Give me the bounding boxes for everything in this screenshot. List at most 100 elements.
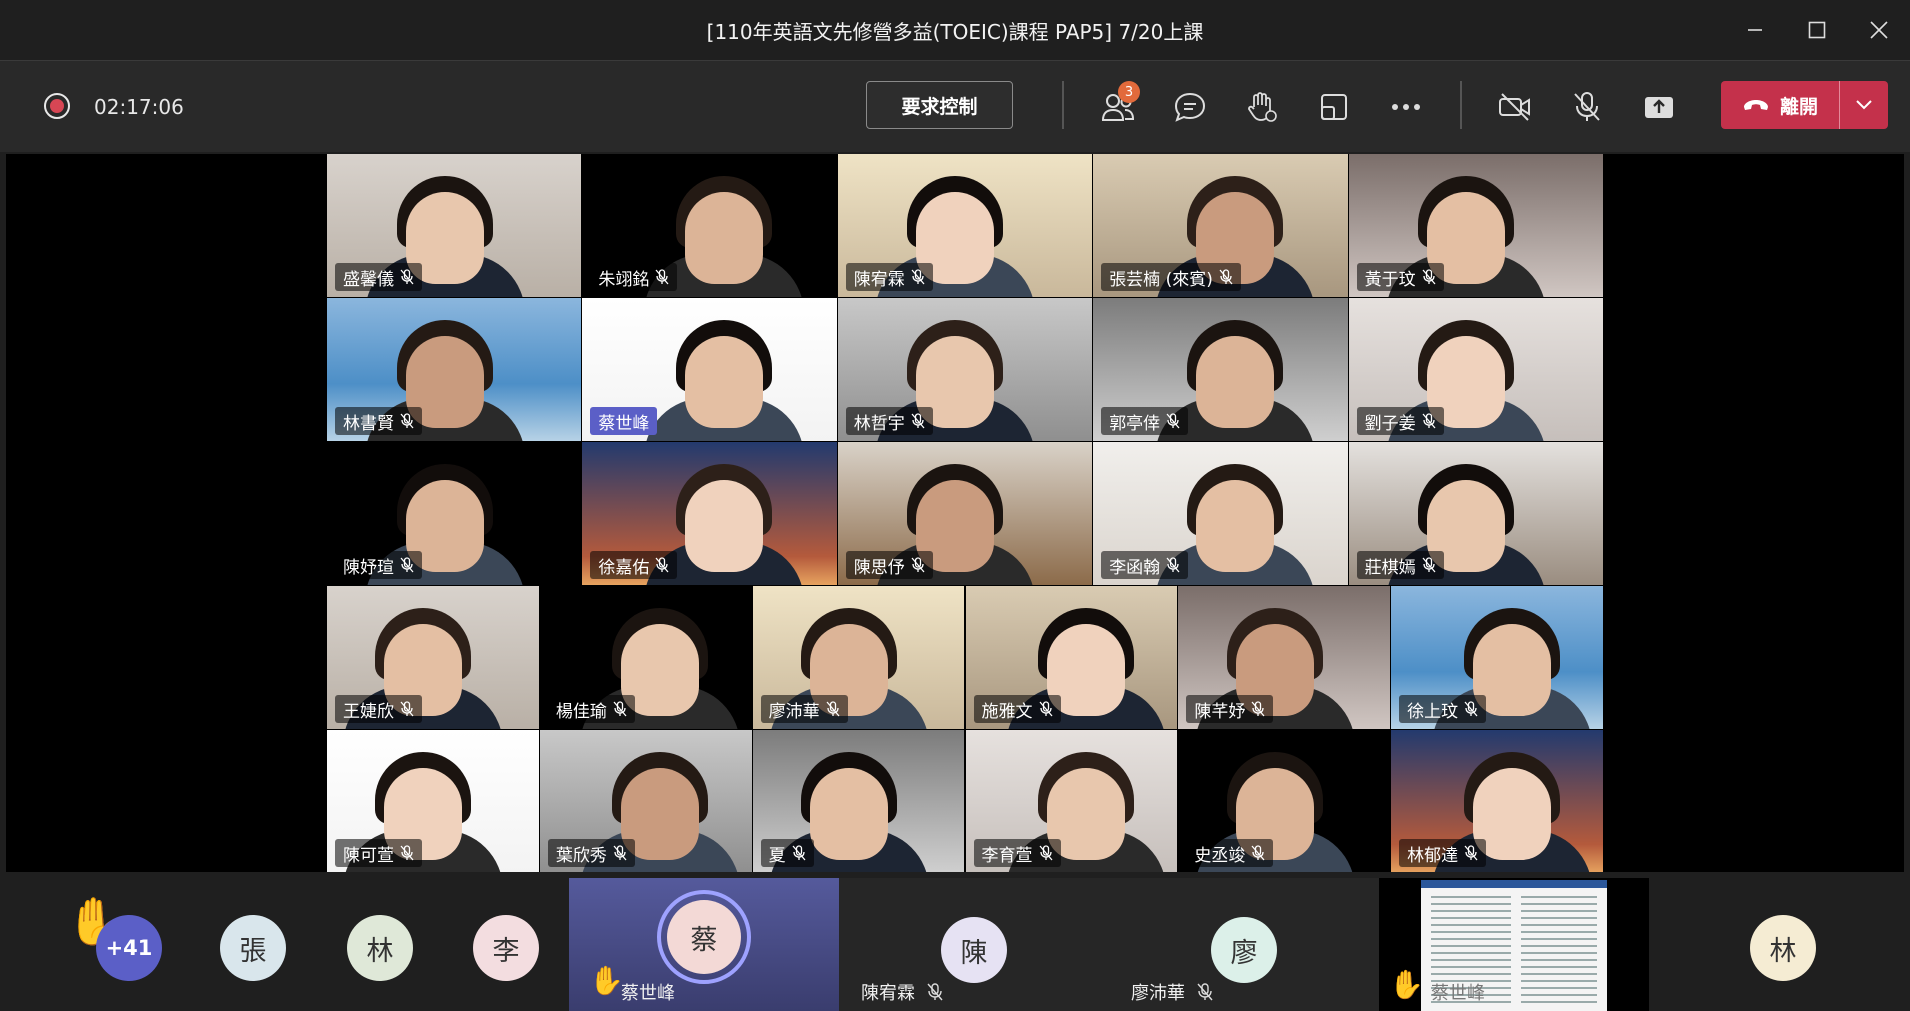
video-tile[interactable]: 徐上玟: [1391, 586, 1603, 729]
video-tile[interactable]: 陳宥霖: [837, 154, 1093, 297]
mic-off-icon: [1422, 557, 1436, 573]
video-tile[interactable]: 黃于玟: [1348, 154, 1603, 297]
video-tile[interactable]: 楊佳瑜: [539, 586, 752, 729]
participant-name-tag: 李函翰: [1101, 551, 1189, 579]
participant-name-tag: 張芸楠 (來賓): [1101, 263, 1241, 291]
participant-avatar: 廖: [1211, 917, 1277, 983]
leave-button[interactable]: 離開: [1721, 81, 1888, 129]
participant-panel[interactable]: 陳 陳宥霖: [839, 878, 1109, 1011]
camera-off-icon[interactable]: [1493, 85, 1537, 129]
video-tile[interactable]: 廖沛華: [752, 586, 965, 729]
participant-name: 李函翰: [1109, 557, 1161, 578]
participant-name-tag: 葉欣秀: [547, 839, 635, 867]
video-tile[interactable]: 陳可萱: [327, 730, 539, 873]
video-tile[interactable]: 蔡世峰: [582, 298, 837, 441]
video-tile[interactable]: 陳妤瑄: [327, 442, 582, 585]
participants-icon[interactable]: 3: [1096, 81, 1140, 129]
mic-off-icon: [655, 269, 669, 285]
participant-face: [685, 336, 764, 428]
avatar-initial: 張: [239, 935, 267, 967]
video-tile[interactable]: 葉欣秀: [539, 730, 752, 873]
video-tile[interactable]: 莊棋嫣: [1348, 442, 1603, 585]
video-tile[interactable]: 李育萱: [965, 730, 1178, 873]
mic-off-icon: [826, 701, 840, 717]
video-stage: 盛馨儀 朱翊銘 陳宥霖 張芸楠 (來賓) 黃于玟林書賢 蔡世峰 林哲宇 郭亭倖 劉子姜陳妤瑄 徐嘉…: [6, 154, 1904, 873]
mic-off-icon: [1464, 845, 1478, 861]
participant-name: 陳妤瑄: [343, 557, 394, 578]
participant-name: 陳芊妤: [1194, 701, 1246, 722]
share-icon[interactable]: [1637, 85, 1681, 129]
video-tile[interactable]: 夏: [752, 730, 965, 873]
video-tile[interactable]: 陳思伃: [837, 442, 1093, 585]
participant-name-tag: 林郁達: [1399, 839, 1487, 867]
video-tile[interactable]: 徐嘉佑: [582, 442, 837, 585]
video-tile[interactable]: 郭亭倖: [1093, 298, 1348, 441]
raise-hand-icon[interactable]: [1240, 85, 1284, 129]
video-tile[interactable]: 林郁達: [1391, 730, 1603, 873]
mic-off-icon: [613, 845, 627, 861]
room-view-icon[interactable]: [1312, 85, 1356, 129]
participant-panel-active[interactable]: 蔡 ✋ 蔡世峰: [569, 878, 839, 1011]
participant-name: 楊佳瑜: [555, 701, 607, 722]
participant-avatar: 陳: [941, 917, 1007, 983]
participant-face: [1195, 480, 1274, 572]
participant-avatar[interactable]: 林: [1750, 915, 1816, 981]
participant-name-tag: 朱翊銘: [590, 263, 678, 291]
mic-off-icon: [1039, 845, 1052, 861]
video-tile[interactable]: 陳芊妤: [1178, 586, 1391, 729]
participant-name-tag: 徐上玟: [1399, 695, 1487, 723]
participant-name: 郭亭倖: [1109, 413, 1161, 434]
recording-icon: [44, 93, 70, 119]
toolbar-divider: [1460, 81, 1462, 129]
participant-name-tag: 莊棋嫣: [1356, 551, 1444, 579]
participant-name: 夏: [768, 845, 786, 866]
minimize-icon[interactable]: [1724, 0, 1786, 60]
participant-avatar[interactable]: 張: [220, 915, 286, 981]
mic-off-icon: [1166, 557, 1180, 573]
video-tile[interactable]: 史丞竣: [1178, 730, 1391, 873]
participant-name: 盛馨儀: [343, 269, 394, 290]
more-participants-button[interactable]: +41: [96, 915, 162, 981]
more-icon[interactable]: [1384, 85, 1428, 129]
mic-off-icon: [1251, 701, 1265, 717]
active-speaker-ring: 蔡: [657, 890, 751, 984]
mic-off-icon[interactable]: [1565, 85, 1609, 129]
video-tile[interactable]: 劉子姜: [1348, 298, 1603, 441]
participant-name: 黃于玟: [1364, 269, 1416, 290]
mic-off-icon: [400, 845, 414, 861]
participant-name: 陳思伃: [853, 557, 905, 578]
participant-name-tag: 林書賢: [335, 407, 422, 435]
screen-share-panel[interactable]: ✋ 蔡世峰: [1379, 878, 1649, 1011]
leave-options-chevron-icon[interactable]: [1840, 81, 1888, 129]
video-tile[interactable]: 李函翰: [1093, 442, 1348, 585]
participant-avatar[interactable]: 林: [347, 915, 413, 981]
participant-name-tag: 史丞竣: [1186, 839, 1274, 867]
chat-icon[interactable]: [1168, 85, 1212, 129]
video-tile[interactable]: 林書賢: [327, 298, 582, 441]
video-tile[interactable]: 王婕欣: [327, 586, 539, 729]
maximize-icon[interactable]: [1786, 0, 1848, 60]
mic-off-icon: [1251, 845, 1265, 861]
title-bar: [110年英語文先修營多益(TOEIC)課程 PAP5] 7/20上課: [0, 0, 1910, 60]
participant-name: 莊棋嫣: [1364, 557, 1416, 578]
participant-face: [685, 480, 764, 572]
mic-off-icon: [911, 557, 925, 573]
leave-main[interactable]: 離開: [1721, 81, 1839, 129]
participant-name: 林郁達: [1407, 845, 1459, 866]
video-tile[interactable]: 盛馨儀: [327, 154, 582, 297]
mic-off-icon: [1422, 413, 1436, 429]
video-tile[interactable]: 林哲宇: [837, 298, 1093, 441]
toolbar-divider: [1062, 81, 1064, 129]
raised-hand-icon: ✋: [589, 964, 624, 997]
video-tile[interactable]: 張芸楠 (來賓): [1093, 154, 1348, 297]
video-tile[interactable]: 施雅文: [965, 586, 1178, 729]
participant-panel[interactable]: 廖 廖沛華: [1109, 878, 1379, 1011]
participant-name: 蔡世峰: [1431, 983, 1485, 1004]
participant-name: 蔡世峰: [621, 983, 675, 1004]
participant-avatar[interactable]: 李: [473, 915, 539, 981]
video-tile[interactable]: 朱翊銘: [582, 154, 837, 297]
mic-off-icon: [400, 701, 414, 717]
close-icon[interactable]: [1848, 0, 1910, 60]
participant-name-tag: 陳妤瑄: [335, 551, 422, 579]
request-control-button[interactable]: 要求控制: [866, 81, 1013, 129]
